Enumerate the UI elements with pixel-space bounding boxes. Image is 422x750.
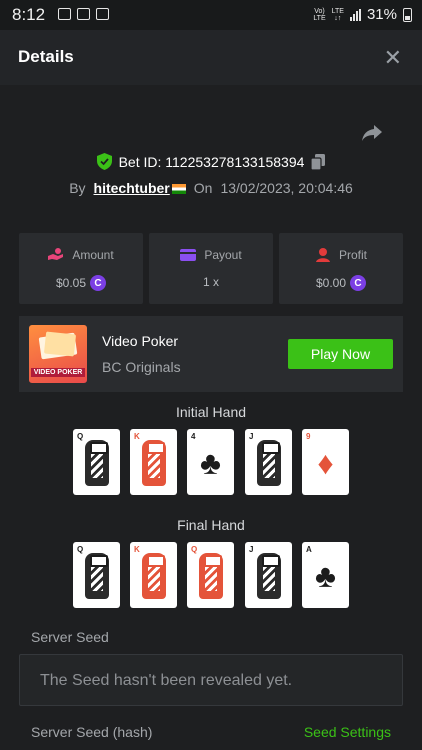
username-link[interactable]: hitechtuber [94, 180, 170, 196]
card-icon [180, 249, 197, 261]
court-figure-icon [85, 440, 109, 486]
india-flag-icon [171, 184, 186, 195]
coin-icon: C [90, 275, 107, 291]
court-figure-icon [199, 553, 223, 599]
stat-value: $0.05 [55, 276, 87, 290]
playing-card: 4 ♣ [187, 429, 234, 495]
stat-label: Amount [72, 248, 114, 262]
stat-value: $0.00 [315, 276, 347, 290]
playing-card: Q [73, 429, 120, 495]
server-seed-label: Server Seed [31, 629, 109, 645]
play-now-button[interactable]: Play Now [288, 339, 393, 369]
court-figure-icon [85, 553, 109, 599]
card-rank: Q [191, 545, 198, 554]
volte-icon: Vo) LTE [313, 7, 326, 22]
playing-card: J [245, 429, 292, 495]
bet-meta-row: By hitechtuber On 13/02/2023, 20:04:46 [0, 180, 422, 196]
status-bar: 8:12 Vo) LTE LTE ↓↑ 31% [0, 0, 422, 30]
money-hand-icon [48, 248, 64, 260]
card-rank: J [249, 432, 254, 441]
court-figure-icon [142, 440, 166, 486]
suit-icon: ♦ [317, 445, 334, 481]
stat-amount: Amount $0.05 C [19, 233, 143, 304]
notification-icons [58, 8, 109, 20]
stat-profit: Profit $0.00 C [279, 233, 403, 304]
game-name: Video Poker [102, 333, 179, 349]
card-rank: Q [77, 545, 84, 554]
thumb-card-shape [43, 331, 77, 357]
battery-icon [403, 7, 412, 22]
playing-card: K [130, 542, 177, 608]
sim-icon [96, 8, 109, 20]
shield-check-icon [96, 153, 112, 170]
share-icon[interactable] [361, 124, 383, 147]
stat-label: Profit [338, 248, 367, 262]
card-rank: J [249, 545, 254, 554]
initial-hand-title: Initial Hand [175, 404, 247, 420]
close-icon[interactable]: ✕ [384, 45, 402, 71]
details-header: Details ✕ [0, 30, 422, 85]
game-provider: BC Originals [102, 359, 181, 375]
page-title: Details [18, 47, 74, 66]
coin-icon: C [350, 275, 367, 291]
seed-settings-link[interactable]: Seed Settings [304, 724, 391, 740]
suit-icon: ♣ [200, 445, 221, 481]
playing-card: Q [73, 542, 120, 608]
by-label: By [69, 180, 86, 196]
court-figure-icon [142, 553, 166, 599]
card-rank: K [134, 545, 140, 554]
thumb-label: VIDEO POKER [31, 368, 85, 377]
lte-icon: LTE ↓↑ [331, 7, 344, 22]
status-time: 8:12 [12, 5, 46, 24]
signal-icon [349, 8, 361, 21]
copy-icon[interactable] [311, 153, 326, 170]
playing-card: 9 ♦ [302, 429, 349, 495]
battery-percent: 31% [366, 6, 397, 23]
court-figure-icon [257, 440, 281, 486]
card-rank: 4 [191, 432, 196, 441]
on-label: On [193, 180, 213, 196]
bet-id: Bet ID: 112253278133158394 [118, 153, 305, 170]
playing-card: A ♣ [302, 542, 349, 608]
card-rank: K [134, 432, 140, 441]
gallery-icon [58, 8, 71, 20]
playing-card: Q [187, 542, 234, 608]
game-thumbnail[interactable]: VIDEO POKER [29, 325, 87, 383]
stat-value: 1 x [202, 275, 219, 289]
person-profit-icon [315, 248, 330, 262]
court-figure-icon [257, 553, 281, 599]
bet-id-row: Bet ID: 112253278133158394 [0, 153, 422, 170]
server-seed-placeholder: The Seed hasn't been revealed yet. [40, 672, 293, 689]
stat-label: Payout [204, 248, 242, 262]
user-wrap[interactable]: hitechtuber [94, 180, 186, 196]
news-icon [77, 8, 90, 20]
status-right: Vo) LTE LTE ↓↑ 31% [313, 6, 412, 23]
suit-icon: ♣ [315, 558, 336, 594]
card-rank: Q [77, 432, 84, 441]
card-rank: A [306, 545, 312, 554]
server-seed-hash-label: Server Seed (hash) [31, 724, 153, 740]
bet-timestamp: 13/02/2023, 20:04:46 [220, 180, 353, 196]
playing-card: J [245, 542, 292, 608]
stat-payout: Payout 1 x [149, 233, 273, 304]
final-hand-title: Final Hand [177, 517, 245, 533]
card-rank: 9 [306, 432, 311, 441]
playing-card: K [130, 429, 177, 495]
server-seed-field: The Seed hasn't been revealed yet. [19, 654, 403, 706]
game-card: VIDEO POKER Video Poker BC Originals Pla… [19, 316, 403, 392]
